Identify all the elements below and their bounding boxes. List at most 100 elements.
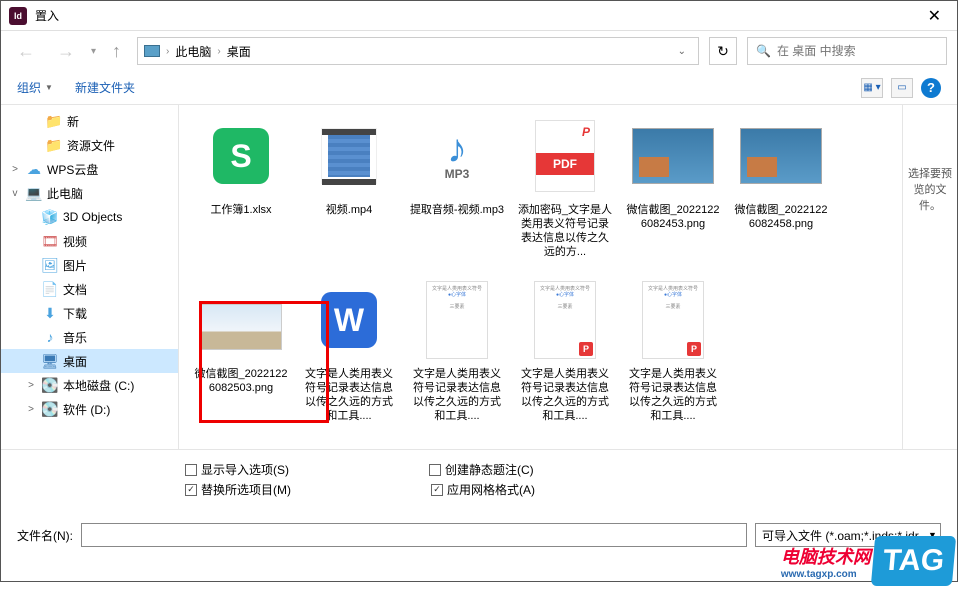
new-folder-button[interactable]: 新建文件夹 <box>75 79 135 96</box>
nav-up-button[interactable]: ↑ <box>106 37 127 66</box>
music-icon: ♪ <box>41 329 59 345</box>
docx-icon: W <box>321 292 377 348</box>
chevron-right-icon: › <box>217 46 220 57</box>
show-import-options-checkbox[interactable]: 显示导入选项(S) <box>185 461 289 478</box>
sidebar-item-label: 文档 <box>63 281 87 298</box>
view-mode-button[interactable]: ▦ ▾ <box>861 78 883 98</box>
filename-input[interactable] <box>81 523 747 547</box>
document-icon: 文字是人类用表义符号●心字体三要素P <box>642 281 704 359</box>
file-item[interactable]: 文字是人类用表义符号●心字体三要素P 文字是人类用表义符号记录表达信息以传之久远的… <box>515 279 615 439</box>
create-static-caption-checkbox[interactable]: 创建静态题注(C) <box>429 461 534 478</box>
filename-label: 文件名(N): <box>17 527 73 544</box>
image-thumbnail <box>740 128 822 184</box>
organize-button[interactable]: 组织▼ <box>17 79 53 96</box>
sidebar-item-label: 桌面 <box>63 353 87 370</box>
file-label: 文字是人类用表义符号记录表达信息以传之久远的方式和工具.... <box>299 367 399 423</box>
file-label: 微信截图_20221226082503.png <box>191 367 291 395</box>
refresh-button[interactable]: ↻ <box>709 37 737 65</box>
file-label: 提取音频-视频.mp3 <box>408 203 506 217</box>
drive-icon: 💽 <box>41 377 59 394</box>
file-label: 添加密码_文字是人类用表义符号记录表达信息以传之久远的方... <box>515 203 615 259</box>
replace-selected-checkbox[interactable]: 替换所选项目(M) <box>185 481 291 498</box>
help-button[interactable]: ? <box>921 78 941 98</box>
file-item[interactable]: 文字是人类用表义符号●心字体三要素P文字是人类用表义符号记录表达信息以传之久远的… <box>623 279 723 439</box>
file-item[interactable]: 微信截图_20221226082503.png <box>191 279 291 439</box>
pc-icon <box>144 45 160 57</box>
sidebar-item[interactable]: 📁 资源文件 <box>1 133 178 157</box>
file-label: 视频.mp4 <box>324 203 374 217</box>
nav-forward-button[interactable]: → <box>51 37 81 66</box>
chevron-right-icon: › <box>166 46 169 57</box>
document-icon: 文字是人类用表义符号●心字体三要素P <box>534 281 596 359</box>
sidebar-item-label: 此电脑 <box>47 185 83 202</box>
video-icon: 🎞 <box>41 233 59 250</box>
file-item[interactable]: W 文字是人类用表义符号记录表达信息以传之久远的方式和工具.... <box>299 279 399 439</box>
apply-grid-format-checkbox[interactable]: 应用网格格式(A) <box>431 481 535 498</box>
cloud-icon: ☁ <box>25 161 43 178</box>
expand-icon[interactable]: > <box>25 404 37 415</box>
nav-back-button[interactable]: ← <box>11 37 41 66</box>
file-label: 工作簿1.xlsx <box>208 203 273 217</box>
file-type-filter[interactable]: 可导入文件 (*.oam;*.inds;*.idr...▼ <box>755 523 941 547</box>
sidebar-item[interactable]: v 💻 此电脑 <box>1 181 178 205</box>
sidebar-item[interactable]: > 💽 本地磁盘 (C:) <box>1 373 178 397</box>
sidebar-item-label: 视频 <box>63 233 87 250</box>
breadcrumb[interactable]: › 此电脑 › 桌面 ⌄ <box>137 37 699 65</box>
sidebar-item-label: 图片 <box>63 257 87 274</box>
nav-recent-button[interactable]: ▾ <box>91 46 96 57</box>
breadcrumb-dropdown-button[interactable]: ⌄ <box>672 46 692 57</box>
sidebar-item[interactable]: ⬇ 下载 <box>1 301 178 325</box>
file-label: 微信截图_20221226082458.png <box>731 203 831 231</box>
search-icon: 🔍 <box>756 44 771 58</box>
sidebar-item[interactable]: 📁 新 <box>1 109 178 133</box>
file-label: 文字是人类用表义符号记录表达信息以传之久远的方式和工具.... <box>407 367 507 423</box>
close-button[interactable]: ✕ <box>920 4 949 28</box>
file-item[interactable]: S工作簿1.xlsx <box>191 115 291 275</box>
audio-icon: ♪MP3 <box>445 131 470 181</box>
sidebar-item-label: 软件 (D:) <box>63 401 110 418</box>
sidebar-item[interactable]: 🖼 图片 <box>1 253 178 277</box>
file-item[interactable]: ♪MP3 提取音频-视频.mp3 <box>407 115 507 275</box>
sidebar-item[interactable]: 🖥 桌面 <box>1 349 178 373</box>
breadcrumb-segment[interactable]: 桌面 <box>227 43 251 60</box>
document-icon: 文字是人类用表义符号●心字体三要素 <box>426 281 488 359</box>
file-item[interactable]: 微信截图_20221226082453.png <box>623 115 723 275</box>
sidebar-item[interactable]: 📄 文档 <box>1 277 178 301</box>
sidebar-item[interactable]: 🎞 视频 <box>1 229 178 253</box>
folder-icon: 📁 <box>45 113 63 130</box>
file-item[interactable]: 文字是人类用表义符号●心字体三要素文字是人类用表义符号记录表达信息以传之久远的方… <box>407 279 507 439</box>
expand-icon[interactable]: > <box>25 380 37 391</box>
sidebar-item[interactable]: 🧊 3D Objects <box>1 205 178 229</box>
drive-icon: 💽 <box>41 401 59 418</box>
expand-icon[interactable]: v <box>9 188 21 199</box>
image-thumbnail <box>200 304 282 350</box>
search-input[interactable]: 🔍 <box>747 37 947 65</box>
3d-icon: 🧊 <box>41 209 59 226</box>
pc-icon: 💻 <box>25 185 43 202</box>
sidebar-item[interactable]: > ☁ WPS云盘 <box>1 157 178 181</box>
sidebar-item-label: 下载 <box>63 305 87 322</box>
search-field[interactable] <box>777 44 938 58</box>
sidebar-item-label: 资源文件 <box>67 137 115 154</box>
folder-tree: 📁 新 📁 资源文件> ☁ WPS云盘v 💻 此电脑 🧊 3D Objects … <box>1 105 179 449</box>
folder-icon: 📁 <box>45 137 63 154</box>
image-thumbnail <box>632 128 714 184</box>
sidebar-item-label: 音乐 <box>63 329 87 346</box>
sidebar-item[interactable]: ♪ 音乐 <box>1 325 178 349</box>
expand-icon[interactable]: > <box>9 164 21 175</box>
preview-pane-button[interactable]: ▭ <box>891 78 913 98</box>
file-label: 文字是人类用表义符号记录表达信息以传之久远的方式和工具.... <box>515 367 615 423</box>
sidebar-item-label: 新 <box>67 113 79 130</box>
app-icon: Id <box>9 7 27 25</box>
sidebar-item[interactable]: > 💽 软件 (D:) <box>1 397 178 421</box>
dl-icon: ⬇ <box>41 305 59 322</box>
file-item[interactable]: PPDF 添加密码_文字是人类用表义符号记录表达信息以传之久远的方... <box>515 115 615 275</box>
pdf-icon: PPDF <box>535 120 595 192</box>
file-item[interactable]: 视频.mp4 <box>299 115 399 275</box>
file-item[interactable]: 微信截图_20221226082458.png <box>731 115 831 275</box>
breadcrumb-segment[interactable]: 此电脑 <box>175 43 211 60</box>
sidebar-item-label: 本地磁盘 (C:) <box>63 377 134 394</box>
file-label: 微信截图_20221226082453.png <box>623 203 723 231</box>
sidebar-item-label: 3D Objects <box>63 210 122 224</box>
file-grid: S工作簿1.xlsx 视频.mp4 ♪MP3 提取音频-视频.mp3 PPDF 添加密码_… <box>179 105 902 449</box>
